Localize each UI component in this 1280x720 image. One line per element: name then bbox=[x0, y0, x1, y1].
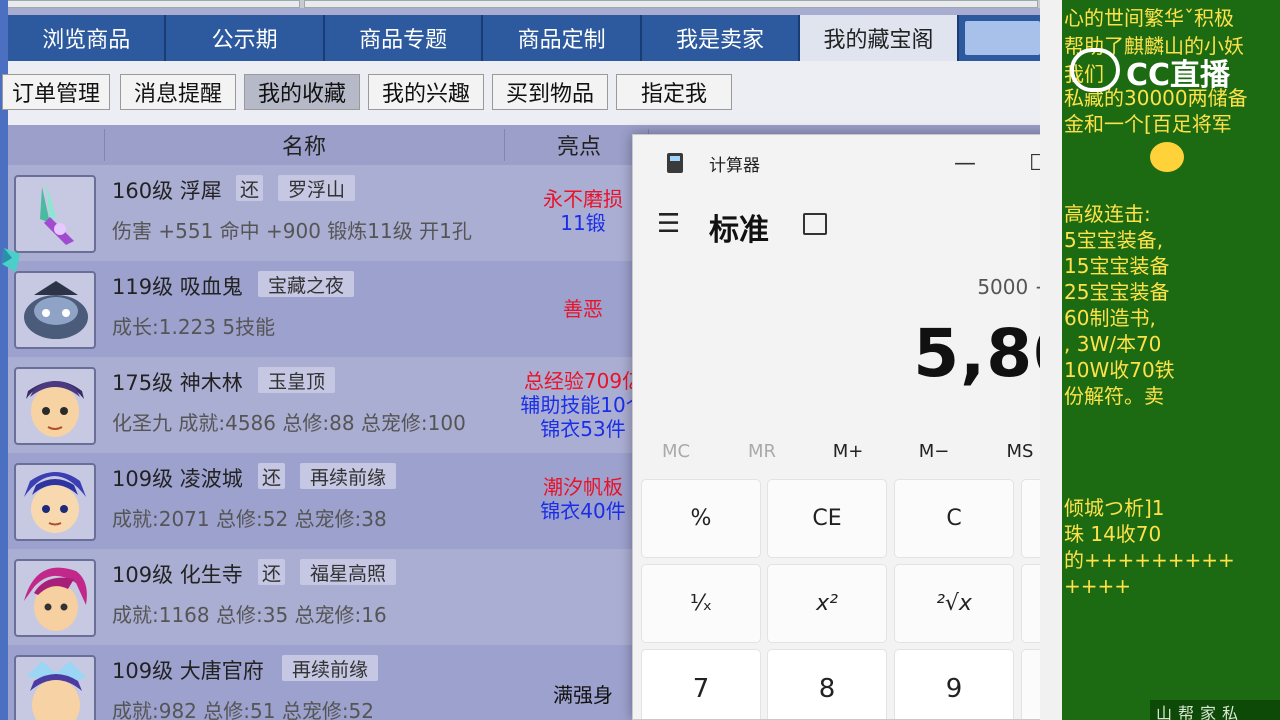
chat-line: , 3W/本70 bbox=[1064, 332, 1162, 356]
item-desc: 伤害 +551 命中 +900 锻炼11级 开1孔 bbox=[112, 219, 472, 243]
title-strip-segment bbox=[304, 0, 1038, 8]
clear-entry-key[interactable]: CE bbox=[767, 479, 887, 558]
chat-line: 珠 14收70 bbox=[1064, 522, 1162, 546]
memory-subtract-button[interactable]: M− bbox=[891, 433, 977, 469]
cc-logo-text: CC直播 bbox=[1126, 58, 1231, 93]
tab-seller[interactable]: 我是卖家 bbox=[642, 15, 801, 61]
character-avatar bbox=[14, 463, 96, 541]
server-tag: 玉皇顶 bbox=[258, 367, 336, 393]
item-title[interactable]: 175级 神木林 bbox=[112, 367, 243, 397]
clear-key[interactable]: C bbox=[894, 479, 1014, 558]
square-key[interactable]: x² bbox=[767, 564, 887, 643]
chat-line: ++++ bbox=[1064, 574, 1132, 598]
channel-family-button[interactable]: 家 bbox=[1200, 700, 1216, 720]
server-tag: 福星高照 bbox=[300, 559, 397, 585]
main-tab-bar: 浏览商品 公示期 商品专题 商品定制 我是卖家 我的藏宝阁 bbox=[8, 15, 1040, 61]
gem-icon bbox=[2, 248, 20, 272]
subtab-favorites[interactable]: 我的收藏 bbox=[244, 74, 360, 110]
tab-custom[interactable]: 商品定制 bbox=[483, 15, 642, 61]
chat-line: 5宝宝装备, bbox=[1064, 228, 1164, 252]
chat-line: 份解符。卖 bbox=[1064, 384, 1164, 408]
return-tag: 还 bbox=[258, 559, 286, 585]
return-tag: 还 bbox=[236, 175, 264, 201]
item-avatar bbox=[14, 175, 96, 253]
chat-channel-bar: 山 帮 家 私 bbox=[1150, 700, 1280, 720]
server-tag: 再续前缘 bbox=[300, 463, 397, 489]
item-title[interactable]: 160级 浮犀 bbox=[112, 175, 222, 205]
item-title[interactable]: 109级 凌波城 bbox=[112, 463, 243, 493]
chat-line: 倾城つ析]1 bbox=[1064, 496, 1165, 520]
subtab-orders[interactable]: 订单管理 bbox=[2, 74, 110, 110]
percent-key[interactable]: % bbox=[641, 479, 761, 558]
channel-private-button[interactable]: 私 bbox=[1222, 700, 1238, 720]
calculator-app-icon bbox=[667, 153, 683, 173]
cc-logo-icon bbox=[1070, 48, 1120, 92]
chat-panel: 心的世间繁华ˇ积极 帮助了麒麟山的小妖 我们 私藏的30000两储备 金和一个[… bbox=[1062, 0, 1280, 720]
reciprocal-key[interactable]: ¹⁄ₓ bbox=[641, 564, 761, 643]
pet-avatar bbox=[14, 271, 96, 349]
chat-line: 高级连击: bbox=[1064, 202, 1151, 226]
channel-gang-button[interactable]: 帮 bbox=[1178, 700, 1194, 720]
subtab-purchased[interactable]: 买到物品 bbox=[492, 74, 608, 110]
chat-line: 的+++++++++ bbox=[1064, 548, 1235, 572]
title-strip-segment bbox=[0, 0, 300, 8]
item-desc: 化圣九 成就:4586 总修:88 总宠修:100 bbox=[112, 411, 466, 435]
item-title[interactable]: 109级 化生寺 bbox=[112, 559, 243, 589]
character-avatar bbox=[14, 655, 96, 720]
character-avatar bbox=[14, 367, 96, 445]
nine-key[interactable]: 9 bbox=[894, 649, 1014, 719]
mode-title: 标准 bbox=[709, 213, 769, 248]
chat-line: 60制造书, bbox=[1064, 306, 1156, 330]
eight-key[interactable]: 8 bbox=[767, 649, 887, 719]
item-title[interactable]: 109级 大唐官府 bbox=[112, 655, 264, 685]
item-desc: 成就:2071 总修:52 总宠修:38 bbox=[112, 507, 387, 531]
cc-live-logo: CC直播 bbox=[1070, 44, 1270, 96]
tab-extra-button[interactable] bbox=[964, 21, 1040, 55]
chat-line: 25宝宝装备 bbox=[1064, 280, 1170, 304]
tab-browse[interactable]: 浏览商品 bbox=[8, 15, 167, 61]
chat-line: 金和一个[百足将军 bbox=[1064, 112, 1232, 136]
memory-clear-button[interactable]: MC bbox=[633, 433, 719, 469]
server-tag: 宝藏之夜 bbox=[258, 271, 355, 297]
server-tag: 罗浮山 bbox=[278, 175, 356, 201]
chat-line: 15宝宝装备 bbox=[1064, 254, 1170, 278]
subtab-designated[interactable]: 指定我 bbox=[616, 74, 732, 110]
calculator-app-title: 计算器 bbox=[709, 156, 760, 176]
chat-line: 心的世间繁华ˇ积极 bbox=[1064, 6, 1234, 30]
minimize-button[interactable]: — bbox=[945, 145, 985, 181]
seven-key[interactable]: 7 bbox=[641, 649, 761, 719]
return-tag: 还 bbox=[258, 463, 286, 489]
character-avatar bbox=[14, 559, 96, 637]
title-strip bbox=[0, 0, 1040, 8]
tab-publicity[interactable]: 公示期 bbox=[166, 15, 325, 61]
channel-mountain-button[interactable]: 山 bbox=[1156, 700, 1172, 720]
emoji-icon bbox=[1150, 142, 1184, 172]
keep-on-top-icon[interactable] bbox=[803, 213, 827, 235]
tab-topics[interactable]: 商品专题 bbox=[325, 15, 484, 61]
item-desc: 成长:1.223 5技能 bbox=[112, 315, 276, 339]
item-desc: 成就:982 总修:51 总宠修:52 bbox=[112, 699, 375, 720]
sub-tab-bar: 订单管理 消息提醒 我的收藏 我的兴趣 买到物品 指定我 bbox=[2, 61, 1040, 125]
memory-add-button[interactable]: M+ bbox=[805, 433, 891, 469]
item-title[interactable]: 119级 吸血鬼 bbox=[112, 271, 243, 301]
chat-line: 10W收70铁 bbox=[1064, 358, 1175, 382]
subtab-interests[interactable]: 我的兴趣 bbox=[368, 74, 484, 110]
tab-my-treasure[interactable]: 我的藏宝阁 bbox=[800, 15, 959, 61]
subtab-messages[interactable]: 消息提醒 bbox=[120, 74, 236, 110]
square-root-key[interactable]: ²√x bbox=[894, 564, 1014, 643]
memory-recall-button[interactable]: MR bbox=[719, 433, 805, 469]
hamburger-menu-icon[interactable]: ☰ bbox=[657, 211, 680, 237]
column-header-name[interactable]: 名称 bbox=[104, 125, 504, 165]
item-desc: 成就:1168 总修:35 总宠修:16 bbox=[112, 603, 387, 627]
server-tag: 再续前缘 bbox=[282, 655, 379, 681]
